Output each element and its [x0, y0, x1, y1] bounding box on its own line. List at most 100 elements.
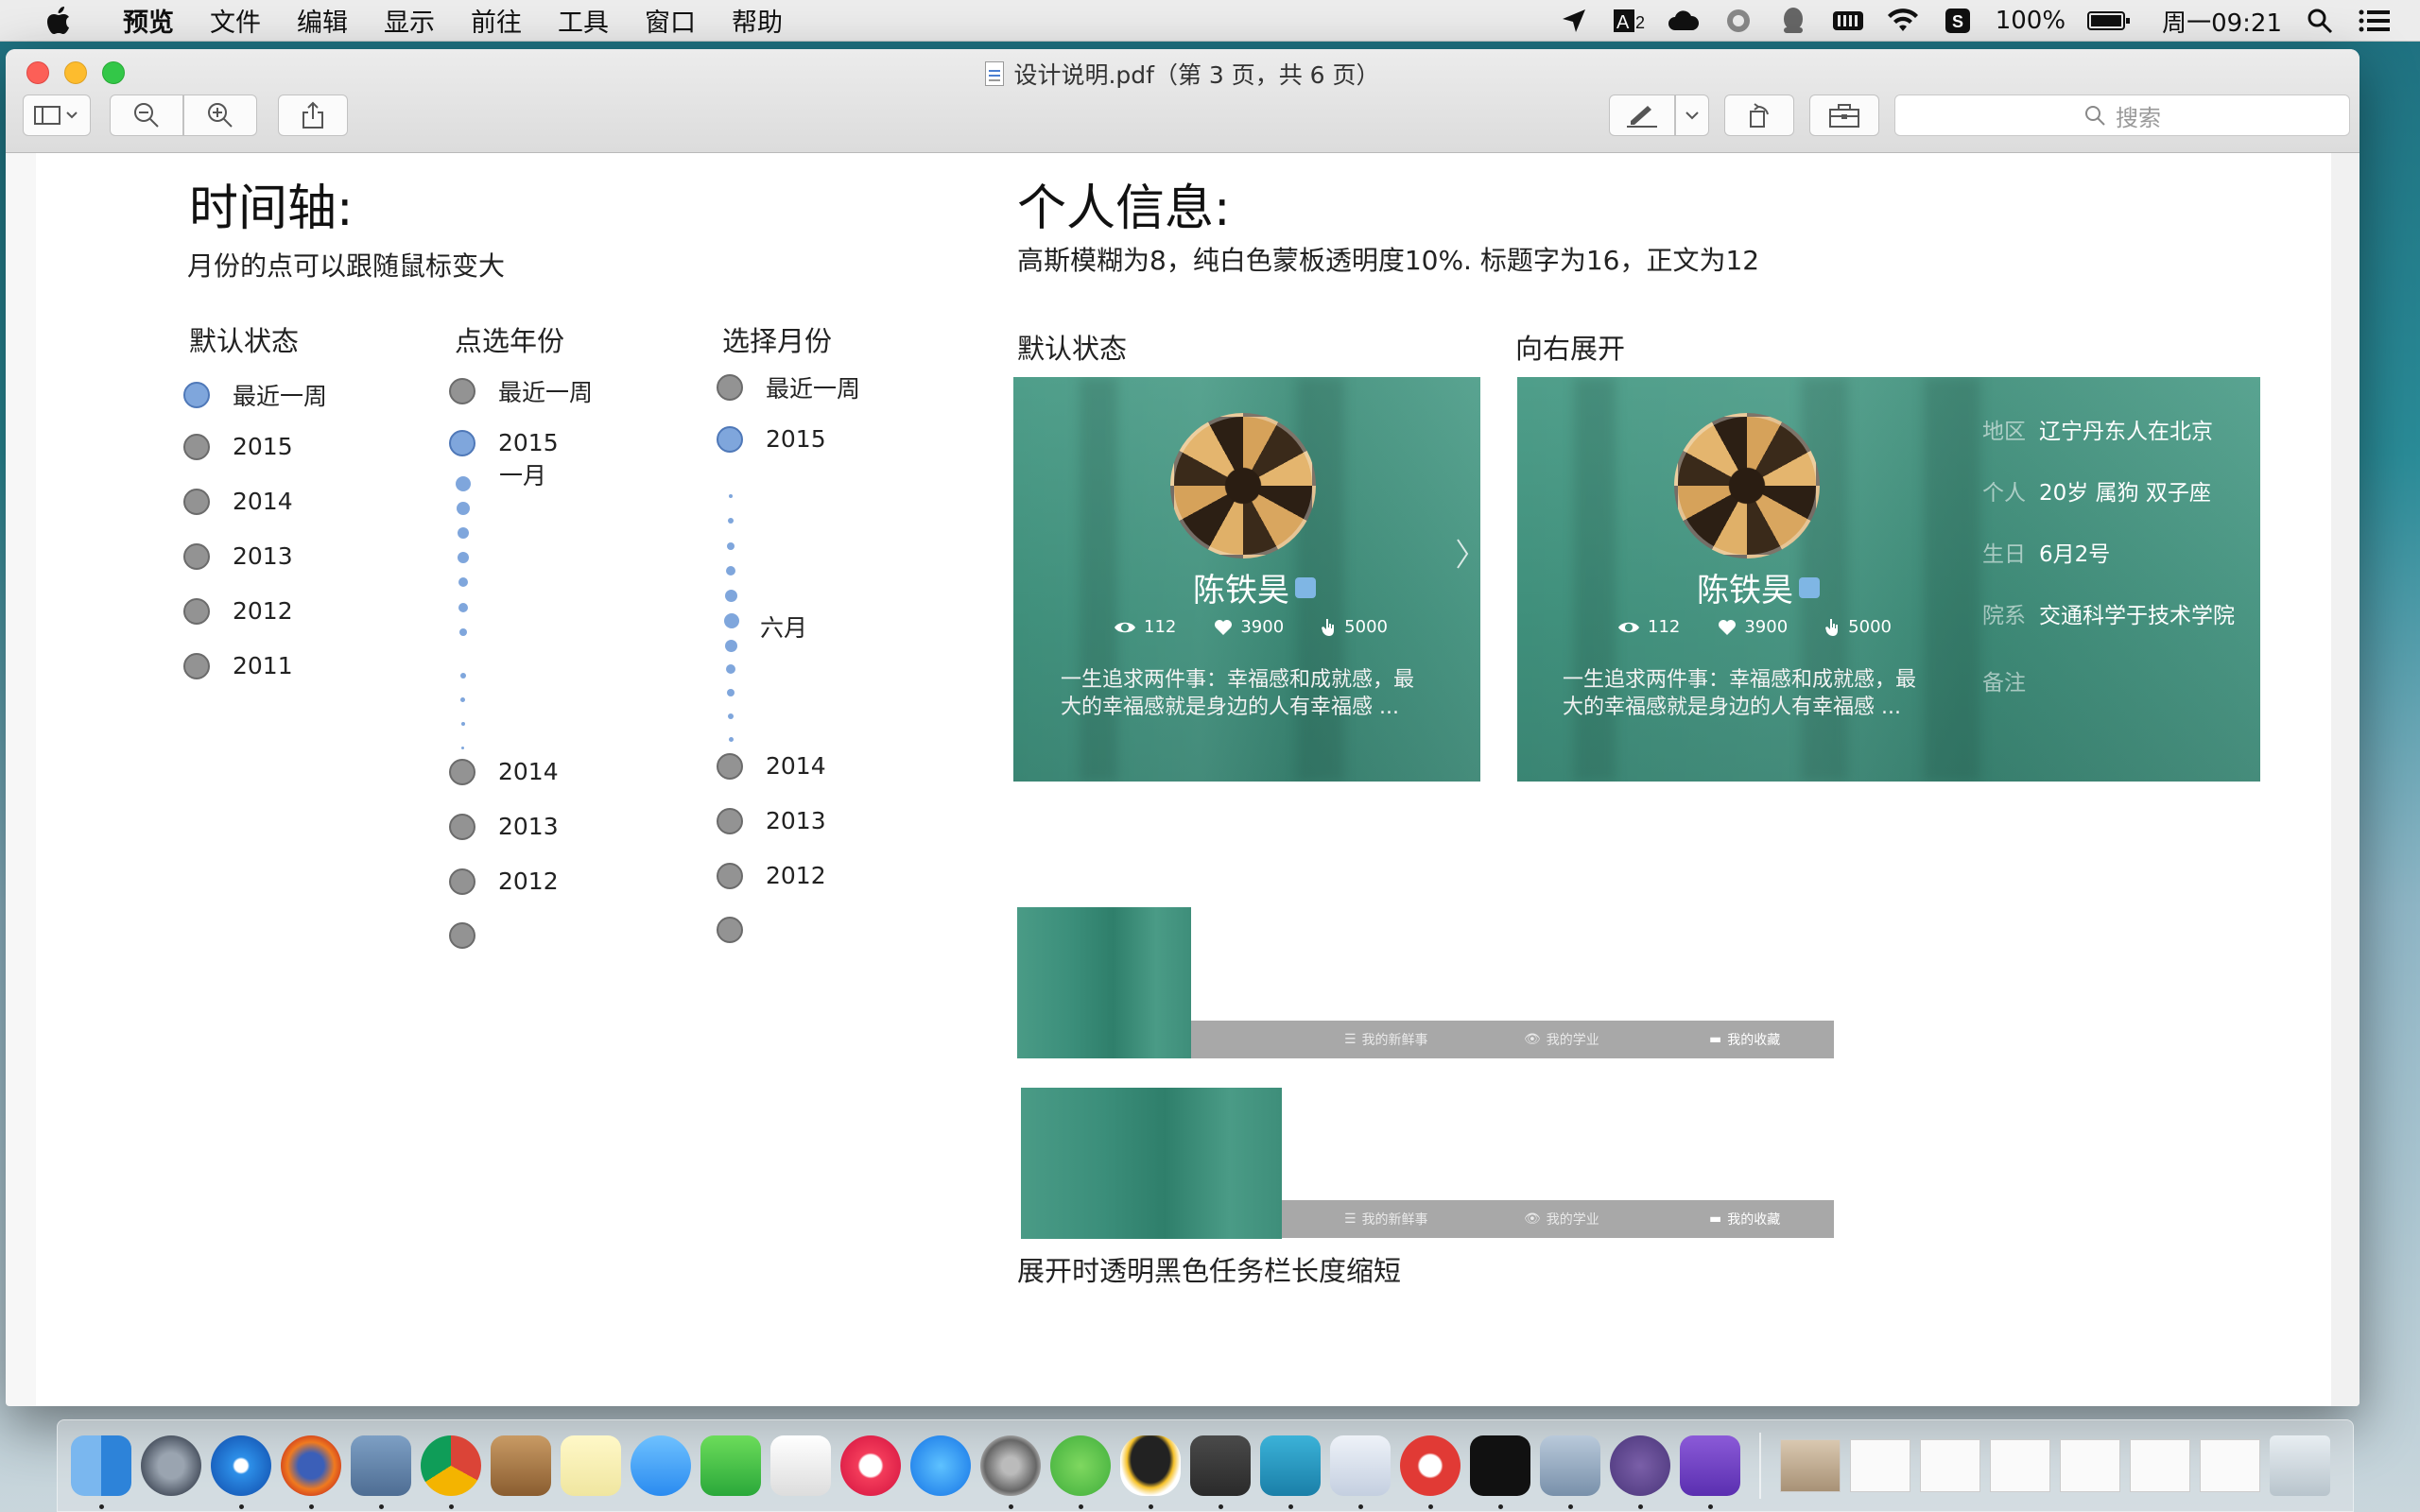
dash-icon[interactable]: [1680, 1435, 1740, 1509]
month-dot[interactable]: [458, 527, 469, 539]
month-dot[interactable]: [725, 640, 737, 652]
month-dot[interactable]: [456, 476, 471, 491]
task-favorites[interactable]: ▬ 我的收藏: [1709, 1030, 1780, 1049]
spotlight-search-icon[interactable]: [2303, 4, 2337, 38]
menu-file[interactable]: 文件: [210, 2, 261, 39]
menu-view[interactable]: 显示: [384, 2, 435, 39]
timeline-item[interactable]: 最近一周: [449, 374, 593, 408]
timeline-item[interactable]: 2012: [183, 597, 293, 625]
zoom-out-button[interactable]: [110, 94, 183, 136]
menu-app-name[interactable]: 预览: [123, 2, 174, 39]
timeline-item[interactable]: [717, 917, 766, 943]
menubar-clock[interactable]: 周一09:21: [2162, 4, 2282, 39]
github-icon[interactable]: [1610, 1435, 1670, 1509]
itunes-icon[interactable]: [840, 1435, 901, 1496]
timeline-item[interactable]: 2014: [183, 488, 293, 515]
facetime-icon[interactable]: [700, 1435, 761, 1496]
timeline-item[interactable]: 2013: [183, 542, 293, 570]
timeline-item[interactable]: 2012: [449, 868, 559, 895]
notification-center-icon[interactable]: [2358, 4, 2392, 38]
location-arrow-icon[interactable]: [1557, 4, 1591, 38]
month-dot[interactable]: [458, 603, 468, 612]
apple-menu-icon[interactable]: [38, 0, 79, 42]
sync-icon[interactable]: [1721, 4, 1755, 38]
image-capture-icon[interactable]: [1540, 1435, 1600, 1509]
dock-minimized-window[interactable]: [1990, 1439, 2050, 1492]
month-dot[interactable]: [460, 697, 465, 702]
app-store-icon[interactable]: [910, 1435, 971, 1496]
qq-icon[interactable]: [1120, 1435, 1181, 1509]
menu-tools[interactable]: 工具: [558, 2, 609, 39]
activity-monitor-icon[interactable]: [1330, 1435, 1391, 1509]
terminal-icon[interactable]: [1470, 1435, 1530, 1509]
chrome-icon[interactable]: [421, 1435, 481, 1509]
notes-icon[interactable]: [561, 1435, 621, 1496]
numbers-icon[interactable]: [770, 1435, 831, 1496]
menu-edit[interactable]: 编辑: [297, 2, 348, 39]
task-favorites[interactable]: ▬ 我的收藏: [1709, 1210, 1780, 1228]
timeline-item[interactable]: 2014: [717, 752, 826, 780]
dock-minimized-window[interactable]: [1780, 1439, 1841, 1492]
zoom-in-button[interactable]: [183, 94, 257, 136]
task-news[interactable]: ☰ 我的新鲜事: [1344, 1210, 1428, 1228]
month-dot[interactable]: [728, 518, 734, 524]
sublime-status-icon[interactable]: S: [1941, 4, 1975, 38]
system-preferences-icon[interactable]: [980, 1435, 1041, 1509]
avatar[interactable]: [1674, 413, 1820, 558]
menu-go[interactable]: 前往: [471, 2, 522, 39]
month-dot[interactable]: [457, 502, 470, 515]
dock-minimized-window[interactable]: [1920, 1439, 1980, 1492]
contacts-icon[interactable]: [491, 1435, 551, 1496]
timeline-item[interactable]: 2015: [183, 433, 293, 460]
timeline-item[interactable]: 最近一周: [717, 370, 860, 404]
sublime-text-icon[interactable]: [1190, 1435, 1251, 1509]
month-dot[interactable]: [459, 628, 467, 636]
rotate-button[interactable]: [1724, 94, 1794, 136]
avatar[interactable]: [1170, 413, 1316, 558]
timeline-item[interactable]: 2011: [183, 652, 293, 679]
timeline-item[interactable]: 2015: [717, 425, 826, 453]
search-input[interactable]: 搜索: [1894, 94, 2350, 136]
menu-window[interactable]: 窗口: [645, 2, 696, 39]
month-dot[interactable]: [729, 737, 734, 742]
sidebar-toggle-button[interactable]: [23, 94, 91, 136]
wechat-icon[interactable]: [1050, 1435, 1111, 1509]
timeline-item[interactable]: 2012: [717, 862, 826, 889]
webstorm-icon[interactable]: [1260, 1435, 1321, 1509]
share-button[interactable]: [278, 94, 348, 136]
messages-icon[interactable]: [631, 1435, 691, 1496]
netease-music-icon[interactable]: [1400, 1435, 1461, 1509]
firefox-icon[interactable]: [281, 1435, 341, 1509]
menu-help[interactable]: 帮助: [732, 2, 783, 39]
profile-card-expanded[interactable]: 陈铁昊 112 3900 5000 一生追求两件事：幸福感和成就感，最 大的幸福…: [1517, 377, 2260, 782]
timeline-item[interactable]: 2014: [449, 758, 559, 785]
profile-card-default[interactable]: 陈铁昊 112 3900 5000 一生追求两件事：幸福感和成就感，最 大的幸福…: [1013, 377, 1480, 782]
markup-pen-button[interactable]: [1609, 94, 1675, 136]
battery-icon[interactable]: [2086, 4, 2132, 38]
finder-icon[interactable]: [71, 1435, 131, 1509]
month-dot[interactable]: [460, 673, 466, 679]
toolbox-button[interactable]: [1809, 94, 1879, 136]
month-dot[interactable]: [727, 542, 735, 550]
timeline-item[interactable]: 2013: [717, 807, 826, 834]
timeline-item[interactable]: 2013: [449, 813, 559, 840]
text-input-icon[interactable]: A2: [1612, 4, 1646, 38]
task-study[interactable]: 👁 我的学业: [1524, 1210, 1599, 1228]
month-dot[interactable]: [726, 664, 735, 674]
month-dot[interactable]: [461, 747, 464, 749]
month-dot[interactable]: [727, 689, 735, 696]
month-dot[interactable]: [728, 713, 734, 719]
qq-status-icon[interactable]: [1776, 4, 1810, 38]
month-dot[interactable]: [461, 722, 465, 726]
month-dot-selected[interactable]: [724, 613, 739, 628]
dock-minimized-window[interactable]: [1850, 1439, 1910, 1492]
safari-icon[interactable]: [211, 1435, 271, 1509]
trash-icon[interactable]: [2270, 1435, 2330, 1496]
month-dot[interactable]: [726, 566, 735, 576]
month-dot[interactable]: [725, 590, 737, 602]
task-news[interactable]: ☰ 我的新鲜事: [1344, 1030, 1428, 1049]
timeline-item[interactable]: 2015: [449, 429, 559, 456]
timeline-item[interactable]: 最近一周: [183, 378, 327, 412]
task-study[interactable]: 👁 我的学业: [1524, 1030, 1599, 1049]
dock-minimized-window[interactable]: [2060, 1439, 2120, 1492]
